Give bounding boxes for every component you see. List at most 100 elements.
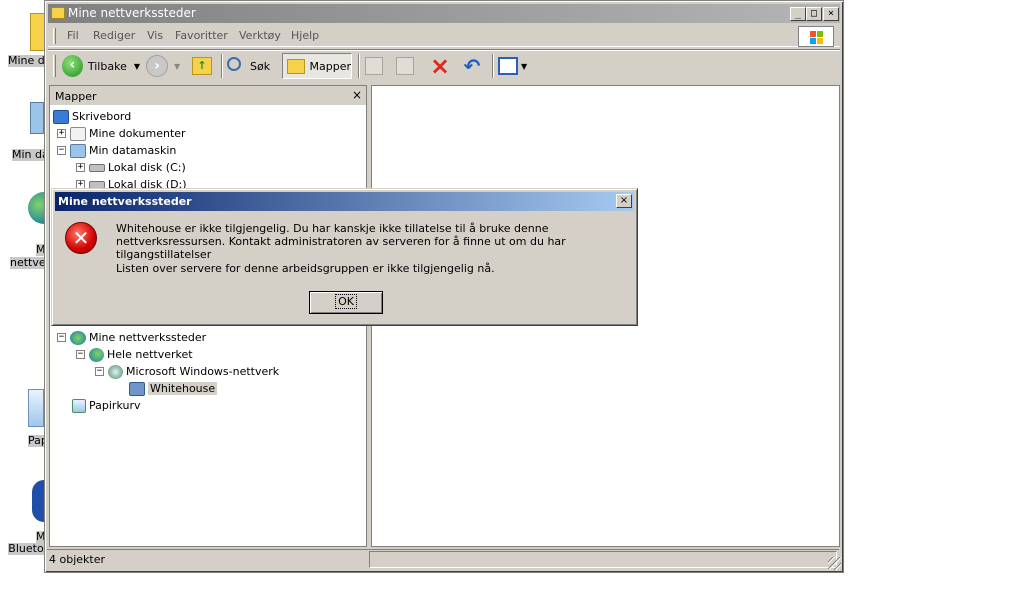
expand-icon[interactable]: + [76,163,85,172]
folders-pane-title: Mapper [55,90,97,103]
tree-item-label: Mine dokumenter [89,127,186,140]
folder-up-icon: ↑ [192,57,212,75]
back-button[interactable]: ‹ Tilbake ▼ [62,53,140,79]
tree-item-desktop[interactable]: Skrivebord [53,108,131,125]
recycle-bin-icon [28,389,44,427]
desktop-icon-label: M [36,531,44,543]
delete-button[interactable]: × [429,53,453,79]
views-button[interactable]: ▼ [498,53,534,79]
views-icon [498,57,518,75]
forward-dropdown-icon: ▼ [174,61,181,71]
ok-button[interactable]: OK [309,291,383,314]
desktop-icon-label: Mine do [8,55,44,67]
tree-item-my-network-places[interactable]: − Mine nettverkssteder [57,329,206,346]
network-places-icon [70,330,86,345]
tree-item-my-documents[interactable]: + Mine dokumenter [57,125,186,142]
expand-icon[interactable]: + [57,129,66,138]
menu-grip [53,28,56,44]
dialog-message-secondary: Listen over servere for denne arbeidsgru… [116,262,495,275]
computer-icon [30,102,44,134]
menu-help[interactable]: Hjelp [291,29,319,42]
documents-folder-icon [70,126,86,141]
search-button[interactable]: Søk [227,53,277,79]
copy-to-icon [396,57,414,75]
collapse-icon[interactable]: − [57,333,66,342]
tree-item-entire-network[interactable]: − Hele nettverket [76,346,193,363]
desktop-icon-label: Pap [28,435,44,447]
tree-item-local-disk-c[interactable]: + Lokal disk (C:) [76,159,186,176]
menu-bar: Fil Rediger Vis Favoritter Verktøy Hjelp [48,25,840,47]
desktop-icon-label-2: Blueto [8,543,44,555]
ok-button-label: OK [335,294,357,309]
dialog-titlebar[interactable]: Mine nettverkssteder × [55,192,634,211]
tree-item-label: Skrivebord [72,110,132,123]
tree-item-recycle-bin[interactable]: Papirkurv [72,397,140,414]
back-button-label: Tilbake [87,59,127,73]
bluetooth-icon [32,480,44,522]
error-dialog: Mine nettverkssteder × ✕ Whitehouse er i… [51,188,638,326]
folders-pane-close-button[interactable]: × [352,88,362,102]
desktop-icon-label: M [36,244,44,256]
dialog-message: Whitehouse er ikke tilgjengelig. Du har … [116,222,566,261]
windows-logo-icon [798,26,834,47]
tree-item-label: Min datamaskin [89,144,177,157]
undo-button[interactable]: ↶ [460,53,486,79]
collapse-icon[interactable]: − [95,367,104,376]
toolbar-separator [358,54,360,78]
window-titlebar[interactable]: Mine nettverkssteder _ □ × [48,4,840,23]
status-text: 4 objekter [49,553,106,566]
views-dropdown-icon: ▼ [521,61,528,71]
menu-view[interactable]: Vis [147,29,163,42]
windows-network-icon [108,364,123,379]
workgroup-icon [129,381,145,396]
tree-item-label: Mine nettverkssteder [89,331,207,344]
toolbar-grip [53,55,56,77]
close-button[interactable]: × [823,7,839,21]
folders-button-label: Mapper [309,59,352,73]
tree-item-microsoft-windows-network[interactable]: − Microsoft Windows-nettverk [95,363,279,380]
error-icon: ✕ [65,222,97,254]
folder-icon [51,7,65,19]
search-button-label: Søk [250,59,271,73]
computer-icon [70,143,86,158]
menu-tools[interactable]: Verktøy [239,29,281,42]
back-arrow-icon: ‹ [62,55,83,77]
collapse-icon[interactable]: − [57,146,66,155]
dialog-close-button[interactable]: × [616,194,632,208]
folders-pane-header: Mapper × [50,86,366,106]
search-icon [227,57,241,71]
tree-item-my-computer[interactable]: − Min datamaskin [57,142,176,159]
desktop-icon [53,109,69,124]
folders-button[interactable]: Mapper [282,53,352,79]
toolbar-separator [492,54,494,78]
tree-item-label: Whitehouse [148,382,218,395]
up-button[interactable]: ↑ [192,53,216,79]
folders-icon [287,58,305,74]
minimize-button[interactable]: _ [790,7,806,21]
globe-icon [89,347,104,362]
maximize-button[interactable]: □ [806,7,822,21]
copy-to-button[interactable] [396,53,420,79]
tree-item-label: Hele nettverket [107,348,193,361]
tree-item-label: Papirkurv [89,399,141,412]
menu-edit[interactable]: Rediger [93,29,135,42]
standard-toolbar: ‹ Tilbake ▼ › ▼ ↑ Søk Mapper × ↶ ▼ [48,49,840,81]
window-title: Mine nettverkssteder [68,6,196,20]
tree-item-whitehouse[interactable]: Whitehouse [129,380,218,397]
menu-favorites[interactable]: Favoritter [175,29,228,42]
resize-grip[interactable] [828,557,841,570]
toolbar-separator [221,54,223,78]
forward-button[interactable]: › ▼ [146,53,186,79]
undo-icon: ↶ [463,54,481,78]
forward-arrow-icon: › [146,55,168,77]
menu-file[interactable]: Fil [67,29,79,42]
dialog-title: Mine nettverkssteder [58,195,192,208]
tree-item-label: Lokal disk (C:) [108,161,186,174]
collapse-icon[interactable]: − [76,350,85,359]
desktop-icon-label-2: nettve [10,257,44,269]
move-to-button[interactable] [365,53,389,79]
delete-icon: × [429,52,451,80]
hard-disk-icon [89,163,105,172]
recycle-bin-icon [72,398,86,413]
status-bar: 4 objekter [47,549,839,568]
